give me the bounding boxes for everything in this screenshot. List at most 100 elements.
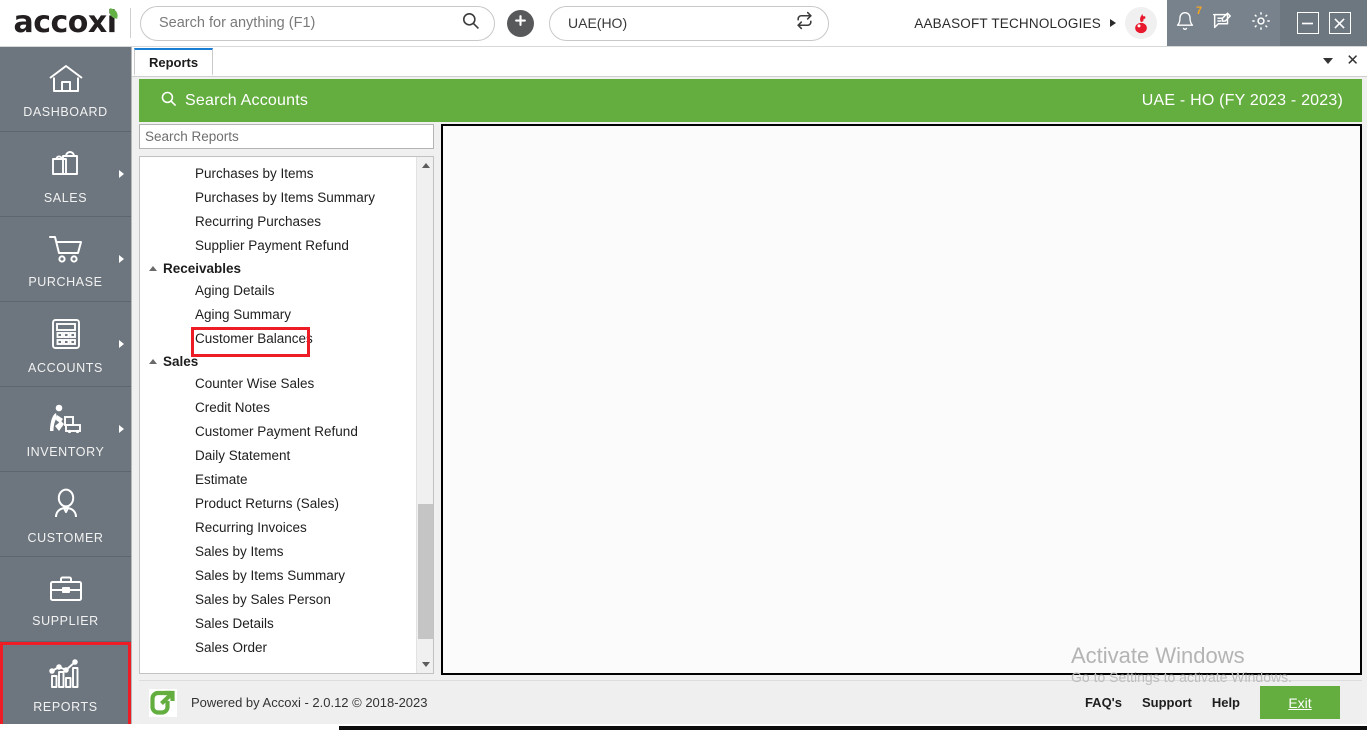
search-reports-input[interactable] (145, 129, 428, 144)
footer-link-faqs[interactable]: FAQ's (1085, 695, 1122, 710)
top-icon-group: 7 (1167, 0, 1280, 46)
organisation-selector[interactable]: AABASOFT TECHNOLOGIES (914, 0, 1167, 46)
list-item[interactable]: Estimate (140, 468, 416, 492)
list-item[interactable]: Recurring Invoices (140, 516, 416, 540)
sidebar-item-customer[interactable]: CUSTOMER (0, 472, 131, 557)
sidebar-item-label: SALES (43, 190, 88, 205)
tab-label: Reports (149, 54, 199, 70)
fiscal-year-label: UAE - HO (FY 2023 - 2023) (1141, 91, 1343, 109)
sidebar-item-purchase[interactable]: PURCHASE (0, 217, 131, 302)
warehouse-worker-icon (48, 404, 84, 439)
minimize-button[interactable] (1296, 12, 1319, 34)
search-icon (160, 90, 177, 112)
user-avatar[interactable] (1125, 7, 1157, 39)
scroll-up-arrow-icon[interactable] (417, 157, 433, 174)
sidebar-item-label: SUPPLIER (32, 613, 99, 628)
messages-icon[interactable] (1211, 10, 1233, 37)
sidebar-item-label: PURCHASE (28, 274, 103, 289)
reports-list: Purchases by Items Purchases by Items Su… (139, 156, 434, 674)
list-item[interactable]: Product Returns (Sales) (140, 492, 416, 516)
chevron-down-icon[interactable] (1323, 57, 1334, 64)
submenu-arrow-icon (119, 340, 124, 348)
list-item[interactable]: Counter Wise Sales (140, 372, 416, 396)
window-controls (1280, 0, 1367, 46)
sidebar-item-dashboard[interactable]: DASHBOARD (0, 47, 131, 132)
sidebar-item-supplier[interactable]: SUPPLIER (0, 557, 131, 642)
global-search[interactable] (140, 5, 495, 41)
list-item[interactable]: Purchases by Items (140, 162, 416, 186)
footer-bar: Powered by Accoxi - 2.0.12 © 2018-2023 F… (139, 680, 1362, 724)
home-icon (48, 64, 84, 99)
list-item[interactable]: Sales by Items Summary (140, 564, 416, 588)
switch-branch-icon[interactable] (795, 11, 814, 35)
search-icon[interactable] (461, 11, 480, 35)
branch-selector[interactable]: UAE(HO) (549, 5, 829, 41)
list-item[interactable]: Recurring Purchases (140, 210, 416, 234)
add-new-button[interactable] (507, 9, 534, 37)
caret-up-icon (149, 359, 157, 364)
settings-gear-icon[interactable] (1250, 10, 1272, 37)
reports-panel: Purchases by Items Purchases by Items Su… (139, 124, 436, 678)
shopping-cart-icon (48, 234, 84, 269)
bottom-strip (0, 724, 1367, 730)
list-item[interactable]: Sales Details (140, 612, 416, 636)
group-label: Receivables (163, 261, 242, 276)
list-item[interactable]: Aging Details (140, 279, 416, 303)
reports-scrollbar[interactable] (416, 157, 433, 673)
powered-by-label: Powered by Accoxi - 2.0.12 © 2018-2023 (191, 695, 428, 710)
sidebar-item-label: ACCOUNTS (28, 360, 103, 375)
shopping-bag-icon (50, 148, 82, 185)
close-icon[interactable]: ✕ (1346, 53, 1359, 68)
briefcase-icon (49, 575, 83, 608)
sidebar-item-reports[interactable]: REPORTS (0, 642, 131, 727)
notification-count-badge: 7 (1196, 4, 1203, 17)
sidebar-item-label: DASHBOARD (23, 104, 108, 119)
tab-reports[interactable]: Reports (134, 48, 214, 76)
close-button[interactable] (1328, 12, 1351, 34)
logo-divider (130, 8, 131, 38)
submenu-arrow-icon (119, 425, 124, 433)
list-item[interactable]: Aging Summary (140, 303, 416, 327)
list-item[interactable]: Daily Statement (140, 444, 416, 468)
sidebar-item-label: INVENTORY (26, 444, 105, 459)
top-bar: accoxi UAE(HO) (0, 0, 1367, 47)
list-item[interactable]: Sales by Sales Person (140, 588, 416, 612)
footer-link-support[interactable]: Support (1142, 695, 1192, 710)
reports-list-items: Purchases by Items Purchases by Items Su… (140, 157, 416, 673)
app-logo-text: accoxi (13, 5, 117, 40)
search-input[interactable] (159, 15, 461, 31)
exit-button[interactable]: Exit (1260, 686, 1340, 719)
scrollbar-thumb[interactable] (418, 504, 433, 639)
list-item[interactable]: Sales Order (140, 636, 416, 660)
content-row: Purchases by Items Purchases by Items Su… (139, 124, 1362, 678)
notification-bell-icon[interactable]: 7 (1175, 5, 1202, 37)
report-preview-panel (441, 124, 1362, 675)
main-sidebar: DASHBOARD SALES PURCHASE ACCOUNTS INVENT… (0, 47, 132, 730)
footer-link-help[interactable]: Help (1212, 695, 1240, 710)
list-item[interactable]: Supplier Payment Refund (140, 234, 416, 258)
app-logo[interactable]: accoxi (0, 0, 130, 46)
page-title-text: Search Accounts (185, 91, 309, 109)
scroll-down-arrow-icon[interactable] (417, 656, 433, 673)
bar-chart-icon (48, 659, 84, 694)
list-item[interactable]: Credit Notes (140, 396, 416, 420)
avatar-glyph (1135, 13, 1147, 34)
sidebar-item-sales[interactable]: SALES (0, 132, 131, 217)
sidebar-item-inventory[interactable]: INVENTORY (0, 387, 131, 472)
submenu-arrow-icon (119, 255, 124, 263)
organisation-name: AABASOFT TECHNOLOGIES (914, 15, 1101, 31)
list-item-customer-balances[interactable]: Customer Balances (140, 327, 416, 357)
sidebar-item-label: REPORTS (33, 700, 98, 714)
page-header: Search Accounts UAE - HO (FY 2023 - 2023… (139, 79, 1362, 122)
group-header-receivables[interactable]: Receivables (140, 258, 416, 279)
list-item[interactable]: Purchases by Items Summary (140, 186, 416, 210)
list-item[interactable]: Sales by Items (140, 540, 416, 564)
list-item[interactable]: Customer Payment Refund (140, 420, 416, 444)
accoxi-application-window: accoxi UAE(HO) (0, 0, 1367, 730)
exit-button-label: Exit (1288, 694, 1312, 711)
sidebar-item-accounts[interactable]: ACCOUNTS (0, 302, 131, 387)
tab-controls: ✕ (1323, 53, 1359, 68)
page-title: Search Accounts (160, 90, 308, 112)
plus-icon (513, 13, 528, 33)
reports-search[interactable] (139, 124, 434, 149)
